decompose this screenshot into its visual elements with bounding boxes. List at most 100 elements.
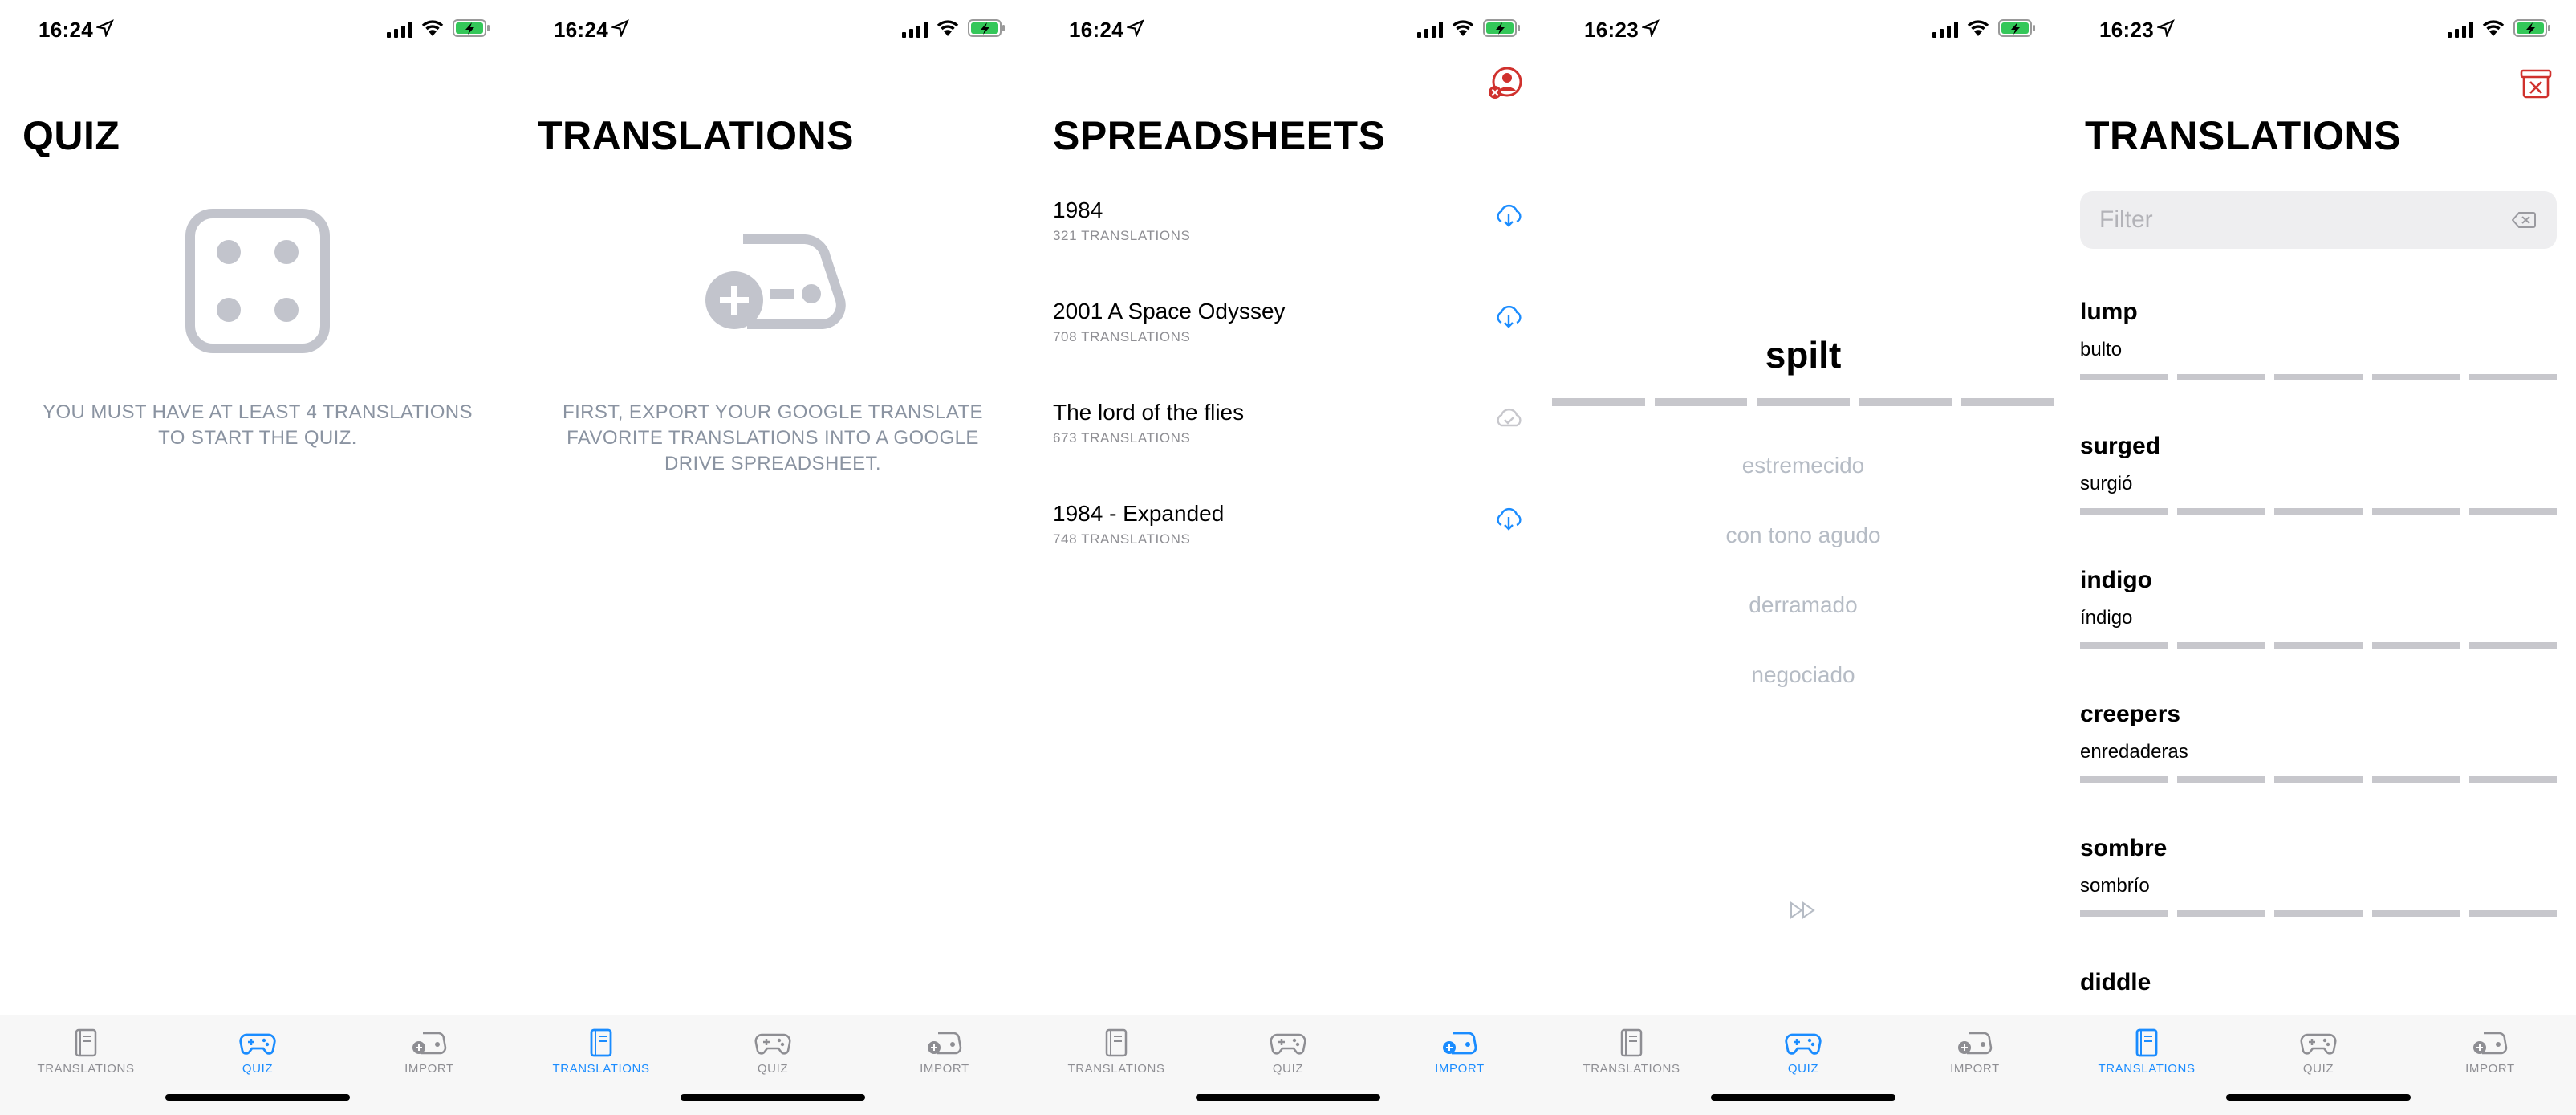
filter-field[interactable] (2080, 191, 2557, 249)
cellular-signal-icon (1932, 22, 1958, 38)
spreadsheet-row[interactable]: 1984 321 TRANSLATIONS (1053, 197, 1523, 278)
wifi-icon (421, 20, 444, 36)
location-arrow-icon (2157, 19, 2175, 37)
screen-quiz-empty: 16:24 QUIZ YOU MUST HAVE AT LEAST 4 TRAN… (0, 0, 515, 1115)
translation-word: surged (2080, 433, 2161, 459)
tab-label: TRANSLATIONS (2098, 1062, 2196, 1076)
gamepad-icon (2300, 1033, 2337, 1055)
tab-quiz[interactable]: QUIZ (172, 1027, 343, 1076)
tab-quiz[interactable]: QUIZ (1717, 1027, 1889, 1076)
quiz-option[interactable]: con tono agudo (1546, 523, 2061, 548)
tab-import[interactable]: IMPORT (1889, 1027, 2061, 1076)
mastery-segment (2177, 776, 2265, 783)
wifi-icon (2482, 20, 2505, 36)
quiz-option[interactable]: negociado (1546, 662, 2061, 688)
tab-import[interactable]: IMPORT (859, 1027, 1030, 1076)
quiz-progress-bars (1552, 398, 2054, 406)
mastery-segment (2468, 508, 2558, 515)
tab-translations[interactable]: TRANSLATIONS (2061, 1027, 2233, 1076)
tab-quiz[interactable]: QUIZ (687, 1027, 859, 1076)
spreadsheet-name: 2001 A Space Odyssey (1053, 299, 1286, 324)
tab-label: IMPORT (1435, 1062, 1485, 1076)
mastery-segment (2371, 508, 2460, 515)
cloud-done-icon (1497, 408, 1522, 427)
gamepad-icon (1270, 1033, 1306, 1055)
translation-item[interactable]: sombre sombrío (2080, 835, 2558, 947)
mastery-segment (2177, 508, 2265, 515)
book-icon (75, 1028, 97, 1057)
status-time: 16:24 (1069, 18, 1123, 42)
sign-out-icon[interactable] (1488, 66, 1523, 101)
mastery-bars (2080, 374, 2558, 380)
cloud-download-icon[interactable] (1494, 507, 1523, 531)
screen-spreadsheets: 16:24 SPREADSHEETS 1984 321 TRANSLATIONS… (1030, 0, 1546, 1115)
translation-text: índigo (2080, 607, 2133, 629)
mastery-segment (2177, 642, 2265, 649)
battery-charging-icon (968, 19, 1005, 37)
translation-item[interactable]: lump bulto (2080, 299, 2558, 411)
cellular-signal-icon (1417, 22, 1443, 38)
page-title: SPREADSHEETS (1053, 113, 1386, 158)
screen-translations-list: 16:23 TRANSLATIONS lump bulto (2061, 0, 2576, 1115)
delete-all-icon[interactable] (2518, 66, 2554, 101)
mastery-segment (2177, 374, 2265, 380)
translation-text: bulto (2080, 339, 2123, 360)
quiz-option[interactable]: derramado (1546, 592, 2061, 618)
mastery-segment (2274, 374, 2363, 380)
spreadsheet-row[interactable]: The lord of the flies 673 TRANSLATIONS (1053, 400, 1523, 480)
status-time: 16:23 (2099, 18, 2154, 42)
mastery-segment (2468, 910, 2558, 917)
empty-state-message: YOU MUST HAVE AT LEAST 4 TRANSLATIONS TO… (43, 401, 473, 449)
tab-translations[interactable]: TRANSLATIONS (515, 1027, 687, 1076)
battery-charging-icon (2513, 19, 2550, 37)
progress-segment (1961, 398, 2054, 406)
tab-label: TRANSLATIONS (1067, 1062, 1165, 1076)
mastery-segment (2371, 910, 2460, 917)
spreadsheet-name: 1984 - Expanded (1053, 501, 1225, 526)
cloud-download-icon[interactable] (1494, 204, 1523, 228)
translation-text: sombrío (2080, 875, 2150, 897)
tab-import[interactable]: IMPORT (1374, 1027, 1546, 1076)
clear-text-icon[interactable] (2512, 211, 2536, 229)
translation-item[interactable]: surged surgió (2080, 433, 2558, 545)
tab-translations[interactable]: TRANSLATIONS (1546, 1027, 1717, 1076)
tab-quiz[interactable]: QUIZ (2233, 1027, 2404, 1076)
quiz-word: spilt (1765, 334, 1842, 376)
gamepad-add-icon (1443, 1032, 1477, 1055)
gamepad-add-icon (705, 234, 846, 329)
location-arrow-icon (1127, 19, 1144, 37)
translation-item[interactable]: indigo índigo (2080, 567, 2558, 679)
tab-quiz[interactable]: QUIZ (1202, 1027, 1374, 1076)
spreadsheet-row[interactable]: 2001 A Space Odyssey 708 TRANSLATIONS (1053, 299, 1523, 379)
tab-label: TRANSLATIONS (37, 1062, 135, 1076)
tab-bar: TRANSLATIONS QUIZ IMPORT (1030, 1015, 1546, 1115)
battery-charging-icon (1998, 19, 2035, 37)
mastery-bars (2080, 642, 2558, 649)
gamepad-add-icon (1958, 1032, 1993, 1055)
page-title: TRANSLATIONS (538, 113, 854, 158)
mastery-segment (2274, 508, 2363, 515)
status-time: 16:24 (554, 18, 608, 42)
fast-forward-icon[interactable] (1789, 901, 1818, 920)
cloud-download-icon[interactable] (1494, 305, 1523, 329)
tab-import[interactable]: IMPORT (343, 1027, 515, 1076)
mastery-segment (2177, 910, 2265, 917)
status-time: 16:23 (1584, 18, 1639, 42)
spreadsheet-name: The lord of the flies (1053, 400, 1245, 425)
tab-translations[interactable]: TRANSLATIONS (1030, 1027, 1202, 1076)
spreadsheet-row[interactable]: 1984 - Expanded 748 TRANSLATIONS (1053, 501, 1523, 581)
gamepad-icon (754, 1033, 791, 1055)
quiz-option[interactable]: estremecido (1546, 453, 2061, 478)
tab-label: QUIZ (1787, 1062, 1819, 1076)
tab-translations[interactable]: TRANSLATIONS (0, 1027, 172, 1076)
list-fade (2061, 999, 2576, 1015)
tab-import[interactable]: IMPORT (2404, 1027, 2576, 1076)
tab-label: QUIZ (1272, 1062, 1304, 1076)
mastery-segment (2080, 508, 2168, 515)
progress-segment (1757, 398, 1850, 406)
screen-quiz-active: 16:23 spilt estremecido con tono agudo d… (1546, 0, 2061, 1115)
mastery-segment (2468, 642, 2558, 649)
translation-item[interactable]: creepers enredaderas (2080, 701, 2558, 813)
tab-label: IMPORT (404, 1062, 454, 1076)
filter-input[interactable] (2099, 191, 2485, 249)
